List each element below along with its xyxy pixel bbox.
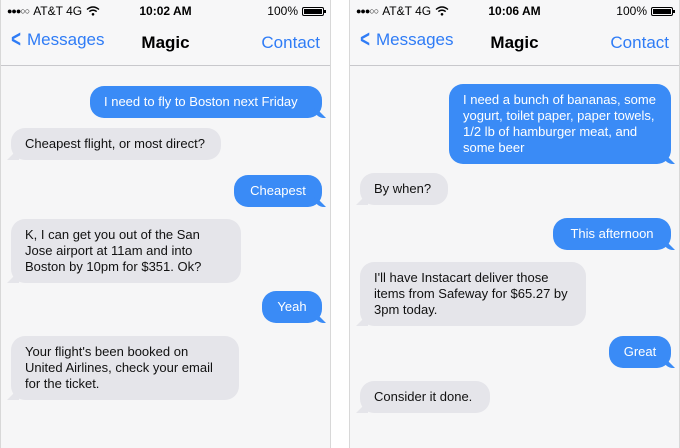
status-bar: ●●●○○ AT&T 4G 10:02 AM 100% bbox=[1, 0, 330, 22]
message-bubble[interactable]: K, I can get you out of the San Jose air… bbox=[11, 219, 241, 283]
message-bubble[interactable]: Cheapest bbox=[234, 175, 322, 207]
message-bubble[interactable]: This afternoon bbox=[553, 218, 671, 250]
message-bubble[interactable]: Your flight's been booked on United Airl… bbox=[11, 336, 239, 400]
message-bubble[interactable]: I need to fly to Boston next Friday bbox=[90, 86, 322, 118]
back-button[interactable]: < Messages bbox=[9, 26, 105, 53]
battery-icon bbox=[651, 6, 675, 16]
top-bar: ●●●○○ AT&T 4G 10:02 AM 100% < Messages M… bbox=[1, 0, 330, 66]
back-button-label: Messages bbox=[376, 30, 454, 49]
chevron-left-icon: < bbox=[360, 26, 370, 53]
contact-button[interactable]: Contact bbox=[610, 33, 669, 53]
back-button[interactable]: < Messages bbox=[358, 26, 454, 53]
top-bar: ●●●○○ AT&T 4G 10:06 AM 100% < Messages M… bbox=[350, 0, 679, 66]
message-bubble[interactable]: I need a bunch of bananas, some yogurt, … bbox=[449, 84, 671, 164]
battery-percent: 100% bbox=[616, 4, 647, 18]
message-bubble[interactable]: Cheapest flight, or most direct? bbox=[11, 128, 221, 160]
nav-bar: < Messages Magic Contact bbox=[1, 26, 330, 60]
battery-icon bbox=[302, 6, 326, 16]
battery-percent: 100% bbox=[267, 4, 298, 18]
chevron-left-icon: < bbox=[11, 26, 21, 53]
message-bubble[interactable]: Great bbox=[609, 336, 671, 368]
message-bubble[interactable]: Yeah bbox=[262, 291, 322, 323]
status-bar: ●●●○○ AT&T 4G 10:06 AM 100% bbox=[350, 0, 679, 22]
back-button-label: Messages bbox=[27, 30, 105, 49]
phone-screen-left: ●●●○○ AT&T 4G 10:02 AM 100% < Messages M… bbox=[0, 0, 331, 448]
message-bubble[interactable]: I'll have Instacart deliver those items … bbox=[360, 262, 586, 326]
contact-button[interactable]: Contact bbox=[261, 33, 320, 53]
phone-screen-right: ●●●○○ AT&T 4G 10:06 AM 100% < Messages M… bbox=[349, 0, 680, 448]
message-bubble[interactable]: By when? bbox=[360, 173, 448, 205]
nav-bar: < Messages Magic Contact bbox=[350, 26, 679, 60]
message-bubble[interactable]: Consider it done. bbox=[360, 381, 490, 413]
